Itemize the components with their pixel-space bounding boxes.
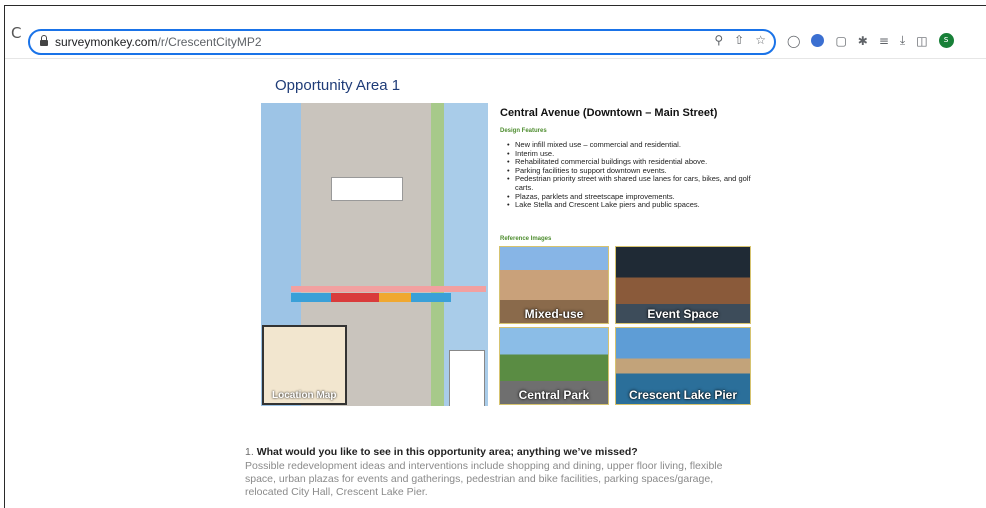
design-features-label: Design Features (500, 128, 547, 134)
url-host: surveymonkey.com (55, 35, 158, 49)
area-heading: Central Avenue (Downtown – Main Street) (500, 107, 718, 119)
extension-s-icon[interactable]: ◯ (787, 34, 800, 48)
question-description: Possible redevelopment ideas and interve… (245, 460, 723, 498)
location-inset-map: Location Map (262, 325, 347, 405)
opportunity-area-map: Location Map (261, 103, 488, 406)
map-callout-box (331, 177, 403, 201)
question-number: 1. (245, 446, 254, 458)
reference-image-central-park: Central Park (499, 327, 609, 405)
address-bar[interactable]: surveymonkey.com/r/CrescentCityMP2 ⚲ ⇧ ☆ (28, 29, 776, 55)
reading-list-icon[interactable]: ≡ (879, 34, 889, 48)
reference-images-label: Reference Images (500, 236, 552, 242)
reference-caption: Event Space (647, 307, 719, 321)
zoom-icon[interactable]: ⚲ (714, 33, 723, 47)
reference-caption: Crescent Lake Pier (628, 388, 738, 402)
share-icon[interactable]: ⇧ (734, 33, 744, 47)
extension-square-icon[interactable]: ▢ (835, 34, 846, 48)
location-map-caption: Location Map (272, 390, 337, 401)
profile-avatar[interactable]: s (938, 33, 954, 48)
map-central-avenue (291, 286, 486, 292)
lock-icon[interactable] (40, 35, 48, 46)
slide-title: Opportunity Area 1 (275, 77, 401, 94)
url-path: /r/CrescentCityMP2 (157, 35, 262, 49)
extension-circle-icon[interactable] (811, 34, 825, 47)
side-panel-icon[interactable]: ◫ (916, 34, 927, 48)
reference-image-mixed-use: Mixed-use (499, 246, 609, 324)
reference-image-crescent-lake-pier: Crescent Lake Pier (615, 327, 751, 405)
reference-images-grid: Mixed-use Event Space Central Park Cresc… (499, 246, 751, 405)
url-text[interactable]: surveymonkey.com/r/CrescentCityMP2 (55, 35, 262, 49)
reference-image-event-space: Event Space (615, 246, 751, 324)
question-text: What would you like to see in this oppor… (256, 446, 638, 458)
feature-item: Pedestrian priority street with shared u… (507, 175, 767, 192)
reload-icon[interactable]: C (11, 24, 21, 42)
map-green-shore (431, 103, 445, 406)
map-landuse-band (291, 293, 451, 302)
extensions-puzzle-icon[interactable]: ✱ (858, 34, 868, 48)
question-title: 1. What would you like to see in this op… (245, 446, 638, 458)
reference-caption: Central Park (518, 388, 590, 402)
reference-caption: Mixed-use (524, 307, 584, 321)
map-legend (449, 350, 485, 406)
page-content (5, 59, 986, 508)
download-icon[interactable]: ⤓ (900, 33, 905, 48)
bookmark-star-icon[interactable]: ☆ (755, 33, 766, 47)
design-features-list: New infill mixed use – commercial and re… (500, 140, 767, 210)
feature-item: Lake Stella and Crescent Lake piers and … (507, 201, 767, 210)
